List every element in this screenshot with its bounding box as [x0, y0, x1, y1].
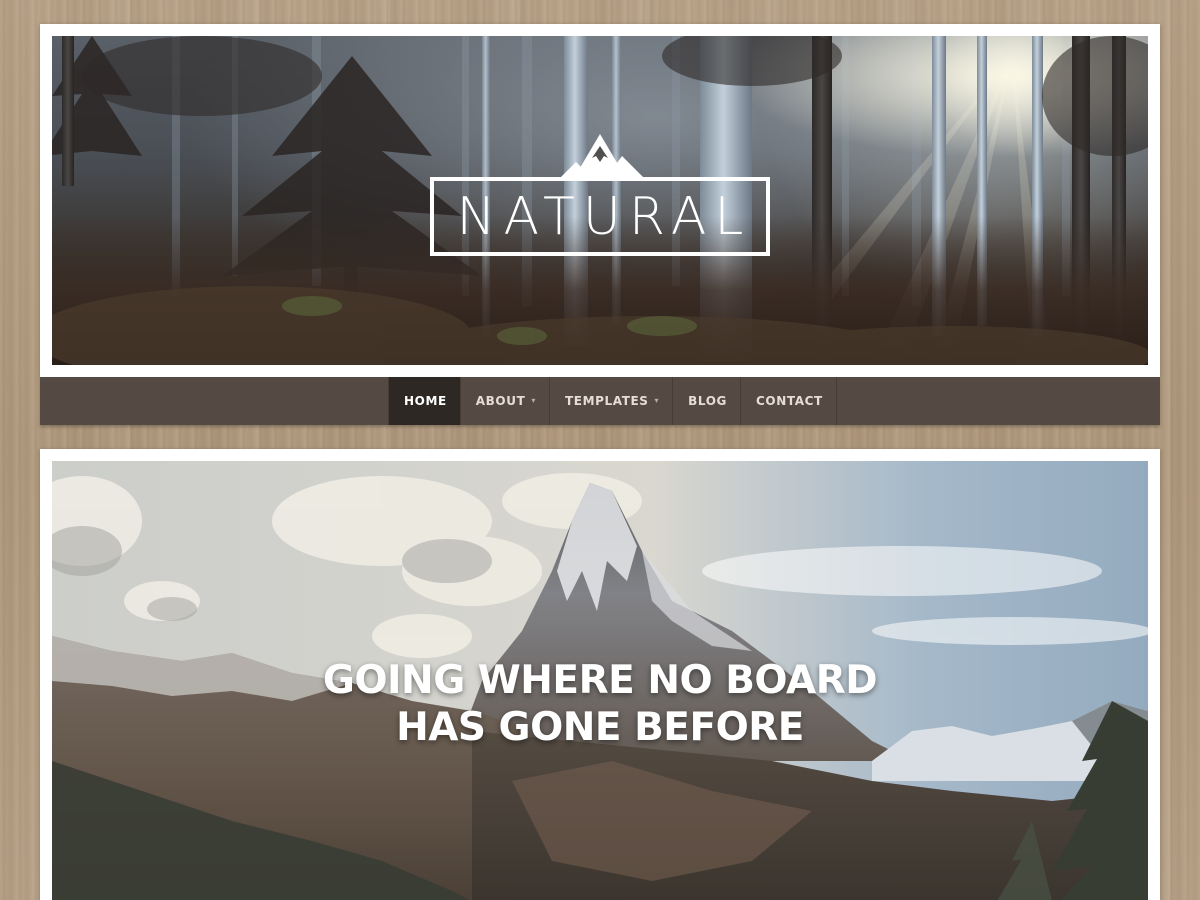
header-card: NATURAL — [40, 24, 1160, 377]
hero-headline-line2: HAS GONE BEFORE — [396, 705, 804, 750]
nav-item-label: BLOG — [688, 394, 727, 408]
hero-card: GOING WHERE NO BOARD HAS GONE BEFORE — [40, 449, 1160, 900]
caret-down-icon: ▾ — [531, 395, 536, 405]
nav-item-label: TEMPLATES — [565, 394, 649, 408]
nav-menu: HOME ABOUT ▾ TEMPLATES ▾ BLOG CONTACT — [388, 377, 837, 425]
hero-image: GOING WHERE NO BOARD HAS GONE BEFORE — [52, 461, 1148, 900]
nav-item-home[interactable]: HOME — [388, 377, 460, 425]
nav-item-label: HOME — [404, 394, 447, 408]
nav-item-label: ABOUT — [475, 394, 526, 408]
nav-item-blog[interactable]: BLOG — [672, 377, 740, 425]
hero-headline-line1: GOING WHERE NO BOARD — [322, 658, 878, 703]
nav-item-about[interactable]: ABOUT ▾ — [459, 377, 549, 425]
logo-text: NATURAL — [456, 186, 752, 247]
nav-item-label: CONTACT — [756, 394, 823, 408]
logo-box: NATURAL — [430, 177, 770, 256]
hero-headline: GOING WHERE NO BOARD HAS GONE BEFORE — [52, 657, 1148, 751]
caret-down-icon: ▾ — [654, 395, 660, 405]
mountain-peak-icon — [560, 134, 644, 178]
nav-item-templates[interactable]: TEMPLATES ▾ — [549, 377, 672, 425]
header-banner-image: NATURAL — [52, 36, 1148, 365]
nav-item-contact[interactable]: CONTACT — [740, 377, 837, 425]
site-logo[interactable]: NATURAL — [430, 132, 770, 256]
main-navigation: HOME ABOUT ▾ TEMPLATES ▾ BLOG CONTACT — [40, 377, 1160, 425]
